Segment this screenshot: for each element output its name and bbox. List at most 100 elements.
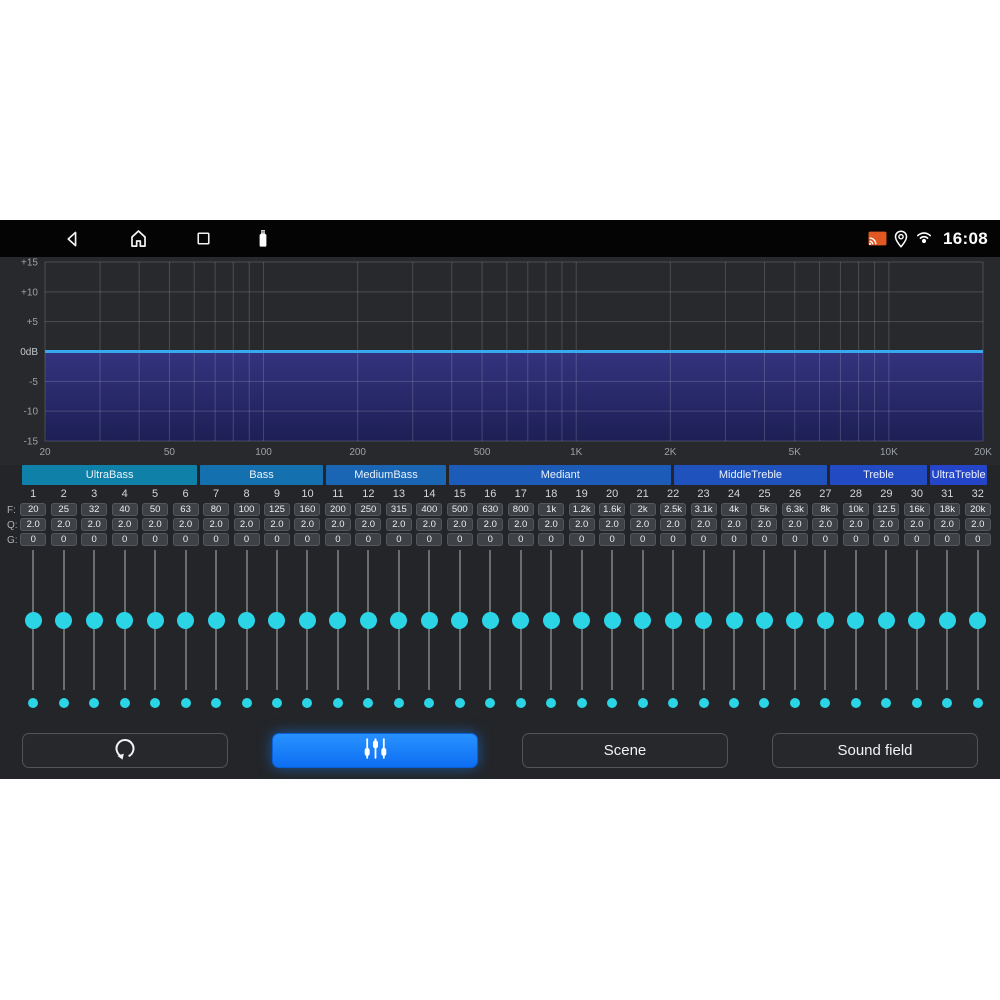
slider-knob[interactable]: [25, 612, 42, 629]
slider-knob[interactable]: [299, 612, 316, 629]
slider-knob[interactable]: [726, 612, 743, 629]
frequency-value-cell: 6.3k: [782, 503, 808, 516]
slider-knob[interactable]: [604, 612, 621, 629]
eq-channel-9: 91252.00: [262, 487, 292, 708]
frequency-value-cell: 500: [447, 503, 473, 516]
reset-circular-arrow-icon: [113, 737, 137, 765]
slider-knob[interactable]: [908, 612, 925, 629]
slider-knob[interactable]: [665, 612, 682, 629]
slider-knob[interactable]: [360, 612, 377, 629]
frequency-value-cell: 20k: [965, 503, 991, 516]
equalizer-tab-button[interactable]: [272, 733, 478, 768]
gain-slider[interactable]: [231, 550, 261, 690]
channel-number: 25: [758, 487, 770, 502]
gain-slider[interactable]: [749, 550, 779, 690]
gain-slider[interactable]: [810, 550, 840, 690]
slider-knob[interactable]: [55, 612, 72, 629]
slider-knob[interactable]: [177, 612, 194, 629]
gain-slider[interactable]: [292, 550, 322, 690]
gain-slider[interactable]: [79, 550, 109, 690]
eq-channel-12: 122502.00: [353, 487, 383, 708]
slider-knob[interactable]: [421, 612, 438, 629]
slider-knob[interactable]: [268, 612, 285, 629]
gain-slider[interactable]: [170, 550, 200, 690]
y-axis-tick-label: -10: [24, 407, 39, 418]
slider-knob[interactable]: [939, 612, 956, 629]
frequency-value-cell: 4k: [721, 503, 747, 516]
slider-knob[interactable]: [573, 612, 590, 629]
gain-slider[interactable]: [688, 550, 718, 690]
gain-slider[interactable]: [323, 550, 353, 690]
slider-knob[interactable]: [512, 612, 529, 629]
status-icons: 16:08: [868, 229, 988, 249]
gain-slider[interactable]: [445, 550, 475, 690]
scene-button[interactable]: Scene: [522, 733, 728, 768]
q-factor-value-cell: 2.0: [538, 518, 564, 531]
eq-response-chart: +15+10+50dB-5-10-1520501002005001K2K5K10…: [0, 257, 1000, 465]
eq-channel-30: 3016k2.00: [902, 487, 932, 708]
sound-field-button[interactable]: Sound field: [772, 733, 978, 768]
slider-knob[interactable]: [208, 612, 225, 629]
gain-slider[interactable]: [841, 550, 871, 690]
gain-slider[interactable]: [780, 550, 810, 690]
gain-slider[interactable]: [627, 550, 657, 690]
recents-button[interactable]: [193, 228, 214, 249]
gain-slider[interactable]: [932, 550, 962, 690]
gain-value-cell: 0: [782, 533, 808, 546]
screen-cast-active-icon: [868, 231, 887, 246]
gain-slider[interactable]: [719, 550, 749, 690]
q-factor-value-cell: 2.0: [447, 518, 473, 531]
gain-slider[interactable]: [48, 550, 78, 690]
slider-knob[interactable]: [878, 612, 895, 629]
slider-knob[interactable]: [969, 612, 986, 629]
slider-knob[interactable]: [451, 612, 468, 629]
gain-slider[interactable]: [506, 550, 536, 690]
gain-slider[interactable]: [18, 550, 48, 690]
gain-slider[interactable]: [109, 550, 139, 690]
gain-slider[interactable]: [475, 550, 505, 690]
slider-knob[interactable]: [86, 612, 103, 629]
eq-channel-24: 244k2.00: [719, 487, 749, 708]
x-axis-tick-label: 2K: [664, 447, 677, 458]
gain-slider[interactable]: [963, 550, 993, 690]
slider-knob[interactable]: [695, 612, 712, 629]
slider-knob[interactable]: [786, 612, 803, 629]
back-button[interactable]: [62, 228, 84, 250]
slider-knob[interactable]: [756, 612, 773, 629]
reset-button[interactable]: [22, 733, 228, 768]
slider-knob[interactable]: [238, 612, 255, 629]
gain-slider[interactable]: [658, 550, 688, 690]
channel-number: 26: [789, 487, 801, 502]
eq-channel-10: 101602.00: [292, 487, 322, 708]
channel-number: 5: [152, 487, 158, 502]
x-axis-tick-label: 20: [39, 447, 51, 458]
eq-channel-31: 3118k2.00: [932, 487, 962, 708]
gain-slider[interactable]: [566, 550, 596, 690]
slider-knob[interactable]: [116, 612, 133, 629]
slider-knob[interactable]: [390, 612, 407, 629]
gain-value-cell: 0: [843, 533, 869, 546]
gain-slider[interactable]: [201, 550, 231, 690]
slider-knob[interactable]: [543, 612, 560, 629]
gain-value-cell: 0: [721, 533, 747, 546]
gain-slider[interactable]: [353, 550, 383, 690]
slider-knob[interactable]: [147, 612, 164, 629]
gain-slider[interactable]: [384, 550, 414, 690]
x-axis-tick-label: 100: [255, 447, 272, 458]
slider-knob[interactable]: [634, 612, 651, 629]
gain-slider[interactable]: [140, 550, 170, 690]
slider-knob[interactable]: [329, 612, 346, 629]
gain-slider[interactable]: [414, 550, 444, 690]
gain-slider[interactable]: [902, 550, 932, 690]
slider-knob[interactable]: [847, 612, 864, 629]
home-button[interactable]: [127, 227, 150, 250]
gain-slider[interactable]: [597, 550, 627, 690]
channel-number: 30: [911, 487, 923, 502]
slider-knob[interactable]: [482, 612, 499, 629]
frequency-value-cell: 315: [386, 503, 412, 516]
gain-slider[interactable]: [871, 550, 901, 690]
gain-slider[interactable]: [536, 550, 566, 690]
gain-value-cell: 0: [660, 533, 686, 546]
slider-knob[interactable]: [817, 612, 834, 629]
gain-slider[interactable]: [262, 550, 292, 690]
